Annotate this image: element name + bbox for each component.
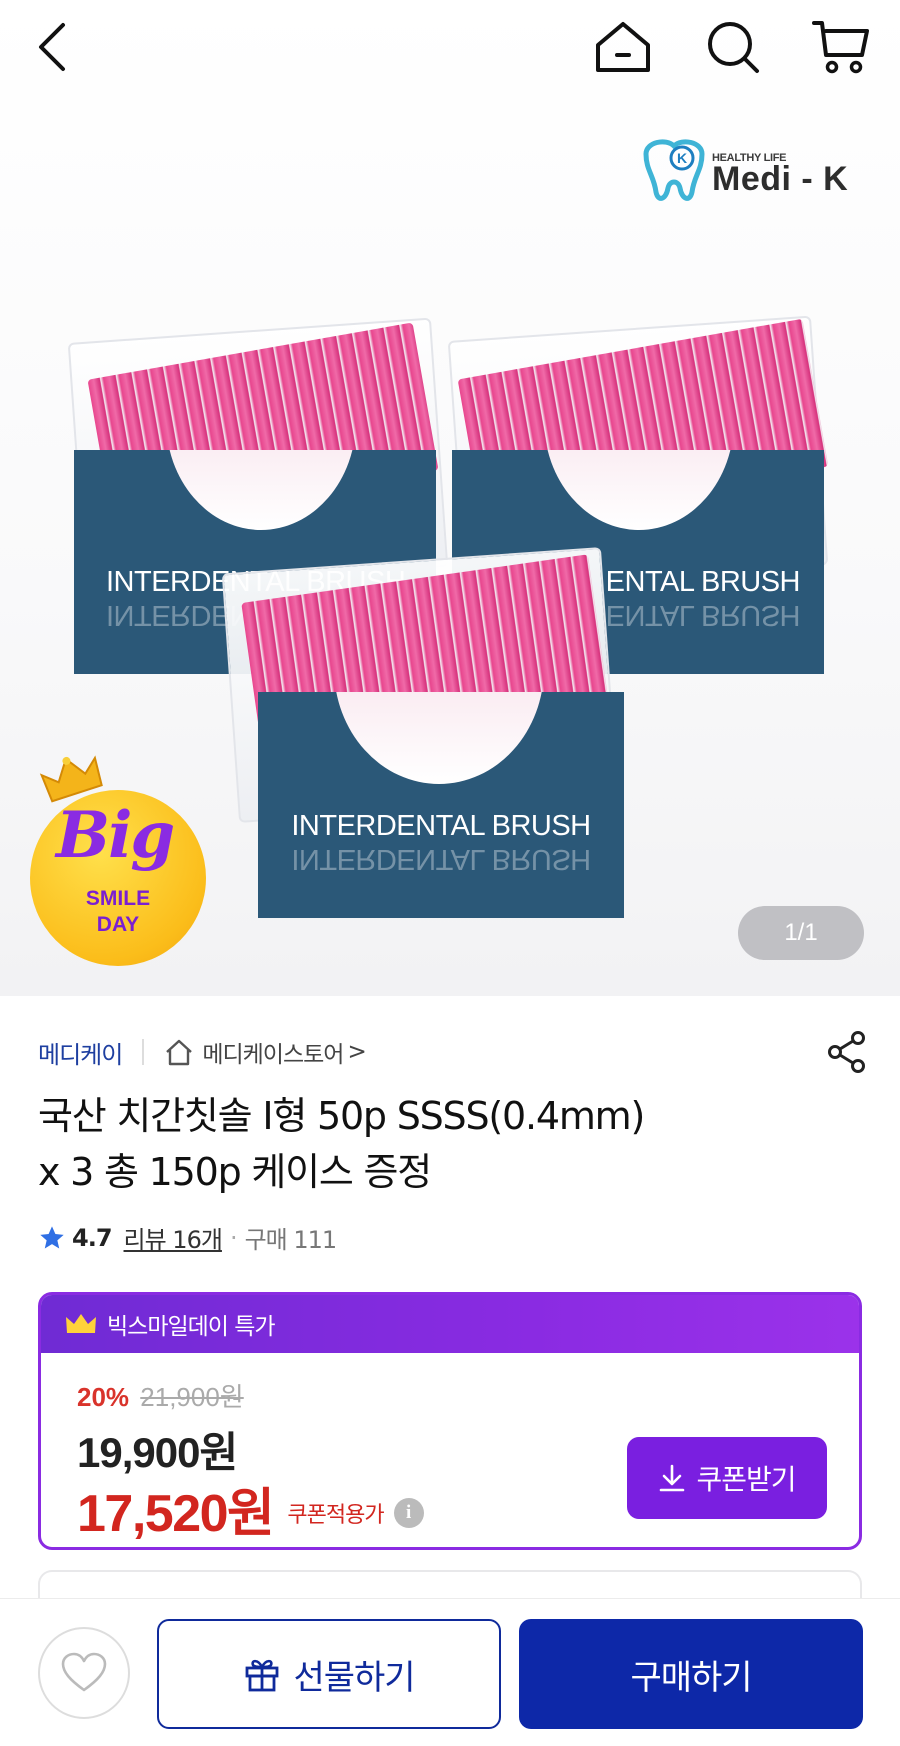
box-label-front-reflection: INTERDENTAL BRUSH <box>291 843 591 875</box>
share-icon <box>828 1031 865 1073</box>
chevron-right-icon: > <box>347 1039 366 1065</box>
rating-row: 4.7 리뷰 16개 · 구매 111 <box>38 1220 338 1255</box>
badge-day-text: DAY <box>96 913 140 936</box>
badge-smile-text: SMILE <box>85 887 151 910</box>
product-box-front: INTERDENTAL BRUSH INTERDENTAL BRUSH <box>220 520 670 930</box>
tooth-logo-icon: K <box>643 139 705 201</box>
back-button[interactable] <box>18 12 88 82</box>
home-button[interactable] <box>588 12 658 82</box>
store-link[interactable]: 메디케이스토어 > <box>164 1035 367 1069</box>
store-name: 메디케이스토어 <box>202 1042 344 1068</box>
info-icon[interactable]: i <box>393 1497 424 1528</box>
reviews-link[interactable]: 리뷰 16개 <box>124 1220 223 1255</box>
product-title-line2: x 3 총 150p 케이스 증정 <box>38 1150 432 1194</box>
product-image-carousel[interactable]: K HEALTHY LIFE Medi - K INTERDENTAL BRUS… <box>0 0 900 996</box>
gift-button[interactable]: 선물하기 <box>157 1619 501 1729</box>
coupon-price-row: 17,520원 쿠폰적용가 i <box>77 1471 424 1546</box>
coupon-note: 쿠폰적용가 <box>287 1502 384 1528</box>
get-coupon-button[interactable]: 쿠폰받기 <box>627 1437 827 1519</box>
top-nav-bar <box>0 0 900 92</box>
star-icon <box>40 1225 64 1248</box>
discount-percent: 20% <box>77 1382 130 1412</box>
original-price: 21,900원 <box>140 1382 244 1412</box>
cart-icon <box>812 21 869 74</box>
dot-separator: · <box>229 1223 238 1252</box>
promo-header: 빅스마일데이 특가 <box>41 1295 859 1353</box>
product-title: 국산 치간칫솔 I형 50p SSSS(0.4mm) x 3 총 150p 케이… <box>38 1088 858 1200</box>
badge-big-text: Big <box>56 798 175 873</box>
get-coupon-label: 쿠폰받기 <box>696 1463 796 1496</box>
wishlist-button[interactable] <box>38 1627 130 1719</box>
cart-button[interactable] <box>806 12 876 82</box>
rating-score: 4.7 <box>72 1223 113 1252</box>
medi-k-logo: K HEALTHY LIFE Medi - K <box>636 132 866 212</box>
purchase-count: 구매 111 <box>244 1226 338 1254</box>
logo-name: Medi - K <box>712 160 849 198</box>
big-smile-day-badge: Big SMILE DAY <box>30 755 206 966</box>
download-icon <box>660 1464 685 1492</box>
crown-icon <box>66 1314 96 1333</box>
chevron-left-icon <box>39 23 65 71</box>
coupon-price: 17,520원 <box>77 1485 275 1543</box>
gift-button-label: 선물하기 <box>293 1657 415 1698</box>
home-icon <box>596 22 650 72</box>
store-row: 메디케이 메디케이스토어 > <box>38 1031 868 1073</box>
heart-icon <box>61 1652 107 1692</box>
divider <box>142 1039 145 1065</box>
discount-row: 20% 21,900원 <box>77 1377 244 1414</box>
box-label-front: INTERDENTAL BRUSH <box>291 810 591 842</box>
promo-price-card: 빅스마일데이 특가 20% 21,900원 19,900원 17,520원 쿠폰… <box>38 1292 862 1550</box>
gift-icon <box>246 1659 279 1692</box>
promo-header-text: 빅스마일데이 특가 <box>107 1314 276 1340</box>
product-title-line1: 국산 치간칫솔 I형 50p SSSS(0.4mm) <box>38 1094 645 1138</box>
search-icon <box>708 22 759 73</box>
brand-link[interactable]: 메디케이 <box>38 1035 123 1070</box>
image-pager: 1/1 <box>738 906 864 960</box>
bottom-action-bar: 선물하기 구매하기 <box>0 1598 900 1746</box>
logo-mark-text: K <box>677 150 687 166</box>
buy-button[interactable]: 구매하기 <box>519 1619 863 1729</box>
store-home-icon <box>166 1039 193 1066</box>
search-button[interactable] <box>698 12 768 82</box>
share-button[interactable] <box>826 1030 868 1078</box>
